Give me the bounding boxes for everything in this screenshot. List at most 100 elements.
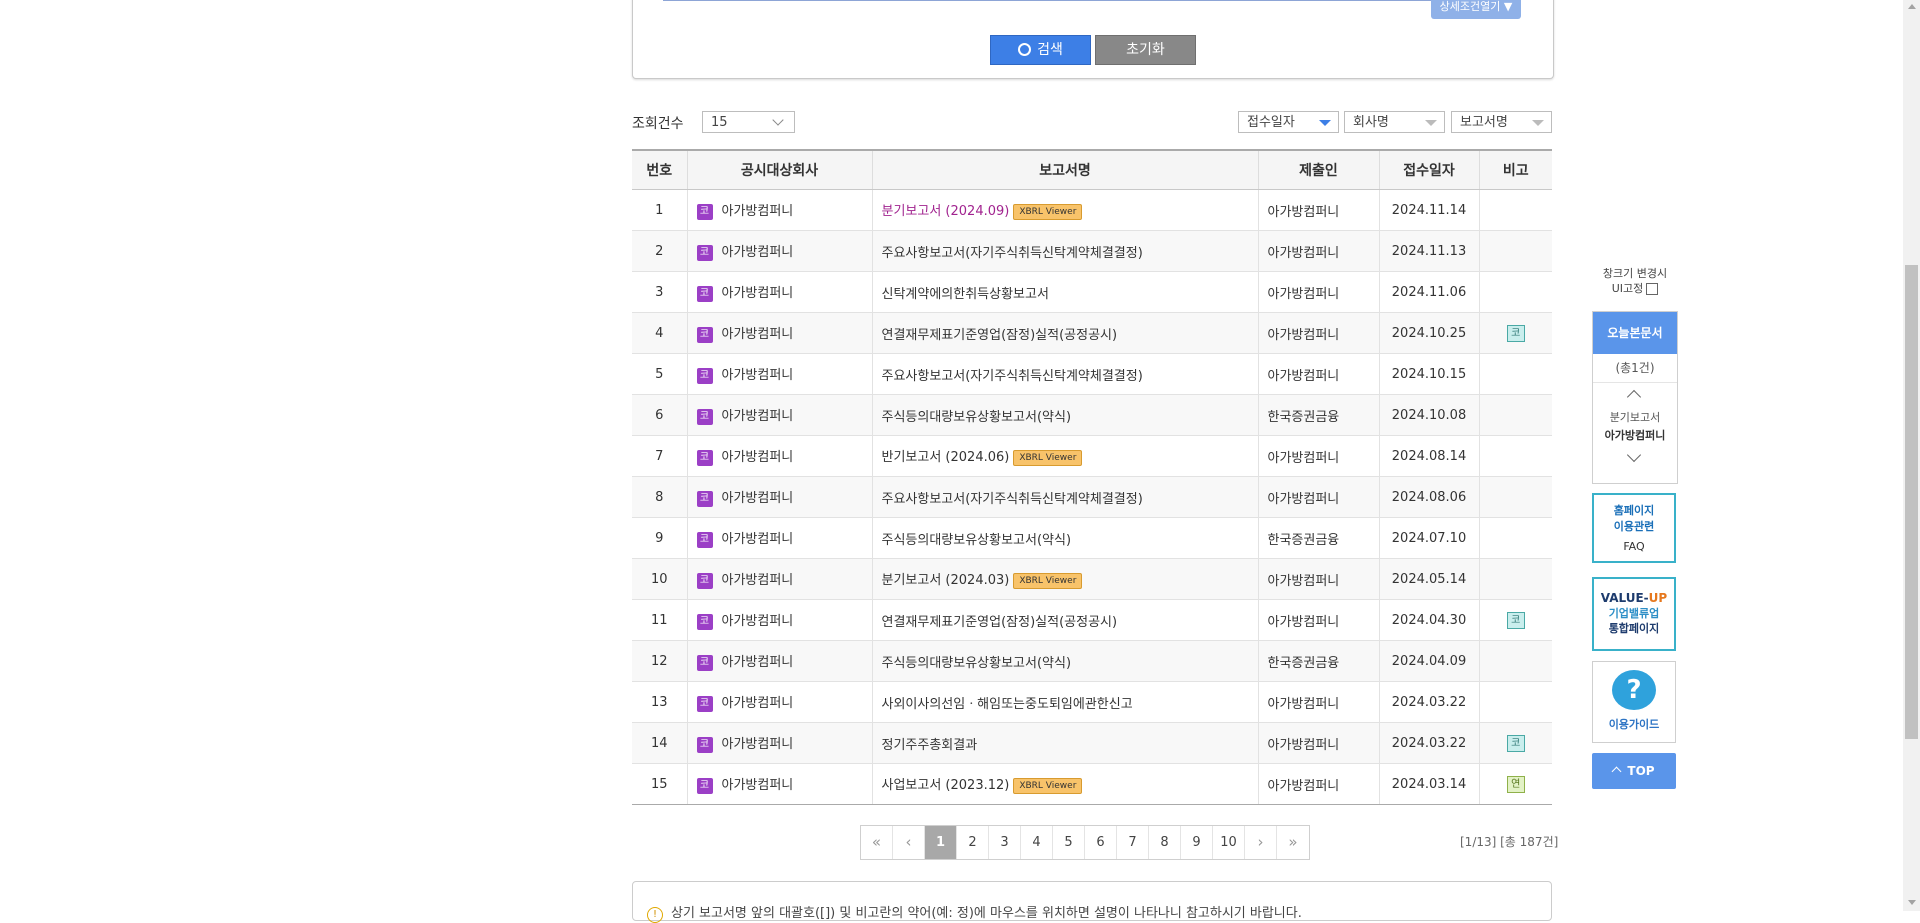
value-up-link[interactable]: VALUE-UP 기업밸류업 통합페이지 xyxy=(1592,577,1676,651)
xbrl-viewer-button[interactable]: XBRL Viewer xyxy=(1013,449,1083,466)
company-link[interactable]: 아가방컴퍼니 xyxy=(722,450,794,465)
report-link[interactable]: 분기보고서 (2024.03) xyxy=(882,573,1010,588)
company-link[interactable]: 아가방컴퍼니 xyxy=(722,491,794,506)
page-number-button[interactable]: 6 xyxy=(1085,826,1117,859)
submitter-cell: 한국증권금융 xyxy=(1257,517,1379,559)
note-badge-icon[interactable]: 코 xyxy=(1506,734,1525,752)
note-cell xyxy=(1478,558,1552,600)
faq-link[interactable]: 홈페이지 이용관련 FAQ xyxy=(1592,493,1676,563)
report-link[interactable]: 주식등의대량보유상황보고서(약식) xyxy=(882,533,1072,548)
company-link[interactable]: 아가방컴퍼니 xyxy=(722,204,794,219)
company-link[interactable]: 아가방컴퍼니 xyxy=(722,737,794,752)
report-link[interactable]: 사업보고서 (2023.12) xyxy=(882,778,1010,793)
chevron-up-icon[interactable] xyxy=(1593,383,1677,405)
reset-button[interactable]: 초기화 xyxy=(1095,35,1196,65)
report-link[interactable]: 사외이사의선임ㆍ해임또는중도퇴임에관한신고 xyxy=(882,697,1133,712)
xbrl-viewer-button[interactable]: XBRL Viewer xyxy=(1013,572,1083,589)
page-number-button[interactable]: 7 xyxy=(1117,826,1149,859)
note-badge-icon[interactable]: 코 xyxy=(1506,324,1525,342)
note-cell xyxy=(1478,435,1552,477)
xbrl-viewer-button[interactable]: XBRL Viewer xyxy=(1013,777,1083,794)
company-link[interactable]: 아가방컴퍼니 xyxy=(722,696,794,711)
company-link[interactable]: 아가방컴퍼니 xyxy=(722,409,794,424)
first-page-button[interactable]: « xyxy=(861,826,893,859)
count-select-value: 15 xyxy=(711,115,728,130)
sort-report-select[interactable]: 보고서명 xyxy=(1451,111,1552,133)
recent-document-item[interactable]: 분기보고서 아가방컴퍼니 xyxy=(1593,405,1677,447)
page-number-button[interactable]: 2 xyxy=(957,826,989,859)
company-cell: 코 아가방컴퍼니 xyxy=(686,312,872,354)
page-number-button[interactable]: 4 xyxy=(1021,826,1053,859)
company-link[interactable]: 아가방컴퍼니 xyxy=(722,573,794,588)
report-link[interactable]: 주식등의대량보유상황보고서(약식) xyxy=(882,656,1072,671)
note-cell xyxy=(1478,353,1552,395)
company-link[interactable]: 아가방컴퍼니 xyxy=(722,245,794,260)
date-cell: 2024.10.15 xyxy=(1378,353,1479,395)
report-link[interactable]: 주요사항보고서(자기주식취득신탁계약체결결정) xyxy=(882,492,1143,507)
report-link[interactable]: 정기주주총회결과 xyxy=(882,738,978,753)
company-link[interactable]: 아가방컴퍼니 xyxy=(722,614,794,629)
table-row: 3 코 아가방컴퍼니 신탁계약에의한취득상황보고서 아가방컴퍼니 2024.11.06 xyxy=(632,271,1552,313)
kosdaq-badge-icon: 코 xyxy=(696,408,713,425)
xbrl-viewer-button[interactable]: XBRL Viewer xyxy=(1013,203,1083,220)
page-number-button[interactable]: 3 xyxy=(989,826,1021,859)
kosdaq-badge-icon: 코 xyxy=(696,736,713,753)
ui-fix-checkbox[interactable] xyxy=(1646,283,1659,295)
sort-company-select[interactable]: 회사명 xyxy=(1344,111,1445,133)
report-link[interactable]: 분기보고서 (2024.09) xyxy=(882,204,1010,219)
next-page-button[interactable]: › xyxy=(1245,826,1277,859)
detail-conditions-toggle[interactable]: 상세조건열기 ▼ xyxy=(1431,0,1521,19)
company-link[interactable]: 아가방컴퍼니 xyxy=(722,368,794,383)
report-link[interactable]: 주식등의대량보유상황보고서(약식) xyxy=(882,410,1072,425)
company-link[interactable]: 아가방컴퍼니 xyxy=(722,655,794,670)
note-cell xyxy=(1478,476,1552,518)
value-up-title-b: UP xyxy=(1648,591,1668,605)
date-cell: 2024.11.13 xyxy=(1378,230,1479,272)
report-cell: 분기보고서 (2024.03) XBRL Viewer xyxy=(871,558,1258,600)
company-link[interactable]: 아가방컴퍼니 xyxy=(722,532,794,547)
scroll-down-arrow-icon[interactable] xyxy=(1908,900,1916,905)
pagination: «‹ 1 2 3 4 5 6 7 8 9 10 ›» xyxy=(860,825,1310,860)
note-cell xyxy=(1478,681,1552,723)
report-link[interactable]: 신탁계약에의한취득상황보고서 xyxy=(882,287,1049,302)
report-link[interactable]: 연결재무제표기준영업(잠정)실적(공정공시) xyxy=(882,615,1118,630)
search-button[interactable]: 검색 xyxy=(990,35,1091,65)
count-select[interactable]: 15 xyxy=(702,111,795,133)
page-number-button[interactable]: 5 xyxy=(1053,826,1085,859)
company-cell: 코 아가방컴퍼니 xyxy=(686,517,872,559)
prev-page-button[interactable]: ‹ xyxy=(893,826,925,859)
page-number-button[interactable]: 8 xyxy=(1149,826,1181,859)
date-cell: 2024.05.14 xyxy=(1378,558,1479,600)
sort-date-select[interactable]: 접수일자 xyxy=(1238,111,1339,133)
report-link[interactable]: 반기보고서 (2024.06) xyxy=(882,450,1010,465)
report-cell: 신탁계약에의한취득상황보고서 xyxy=(871,271,1258,313)
report-link[interactable]: 주요사항보고서(자기주식취득신탁계약체결결정) xyxy=(882,246,1143,261)
last-page-button[interactable]: » xyxy=(1277,826,1309,859)
report-cell: 주요사항보고서(자기주식취득신탁계약체결결정) xyxy=(871,476,1258,518)
row-number: 3 xyxy=(632,271,687,313)
table-row: 10 코 아가방컴퍼니 분기보고서 (2024.03) XBRL Viewer 아가방컴퍼… xyxy=(632,558,1552,600)
note-badge-icon[interactable]: 연 xyxy=(1506,775,1525,793)
scrollbar-thumb[interactable] xyxy=(1905,265,1918,739)
note-badge-icon[interactable]: 코 xyxy=(1506,611,1525,629)
company-link[interactable]: 아가방컴퍼니 xyxy=(722,286,794,301)
table-row: 8 코 아가방컴퍼니 주요사항보고서(자기주식취득신탁계약체결결정) 아가방컴퍼니 202… xyxy=(632,476,1552,518)
scroll-top-button[interactable]: TOP xyxy=(1592,753,1676,789)
table-header-row: 번호 공시대상회사 보고서명 제출인 접수일자 비고 xyxy=(632,149,1552,190)
report-link[interactable]: 연결재무제표기준영업(잠정)실적(공정공시) xyxy=(882,328,1118,343)
report-link[interactable]: 주요사항보고서(자기주식취득신탁계약체결결정) xyxy=(882,369,1143,384)
company-cell: 코 아가방컴퍼니 xyxy=(686,476,872,518)
company-link[interactable]: 아가방컴퍼니 xyxy=(722,327,794,342)
recent-document-company: 아가방컴퍼니 xyxy=(1604,429,1666,442)
company-link[interactable]: 아가방컴퍼니 xyxy=(722,778,794,793)
table-row: 6 코 아가방컴퍼니 주식등의대량보유상황보고서(약식) 한국증권금융 2024.10.0… xyxy=(632,394,1552,436)
row-number: 13 xyxy=(632,681,687,723)
page-number-button[interactable]: 1 xyxy=(925,826,957,859)
scroll-up-arrow-icon[interactable] xyxy=(1908,4,1916,9)
page-number-button[interactable]: 9 xyxy=(1181,826,1213,859)
report-cell: 연결재무제표기준영업(잠정)실적(공정공시) xyxy=(871,312,1258,354)
chevron-down-icon[interactable] xyxy=(1593,447,1677,469)
sort-company-label: 회사명 xyxy=(1353,115,1389,130)
page-number-button[interactable]: 10 xyxy=(1213,826,1245,859)
user-guide-link[interactable]: ? 이용가이드 xyxy=(1592,661,1676,743)
